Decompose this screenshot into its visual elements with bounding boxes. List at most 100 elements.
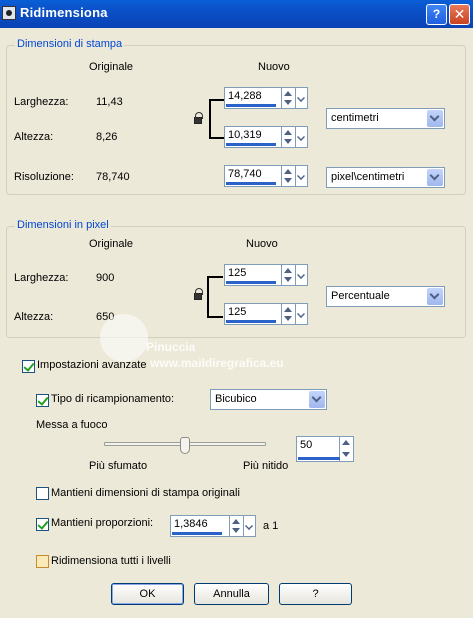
pixel-width-original: 900 — [96, 272, 115, 284]
chevron-down-icon — [297, 133, 305, 141]
chevron-down-icon[interactable] — [309, 391, 325, 408]
down-arrow-icon[interactable] — [284, 139, 292, 144]
pixel-width-input[interactable]: 125 — [224, 264, 282, 286]
print-width-original: 11,43 — [96, 96, 123, 108]
pixel-unit-value: Percentuale — [331, 290, 390, 302]
resolution-input[interactable]: 78,740 — [224, 165, 282, 187]
print-width-label: Larghezza: — [14, 96, 69, 108]
spin-arrows[interactable] — [282, 303, 296, 325]
cancel-button[interactable]: Annulla — [194, 583, 269, 605]
resample-checkbox[interactable] — [36, 394, 49, 407]
title-bar: Ridimensiona ? ✕ — [0, 0, 473, 28]
dropdown-arrow[interactable] — [296, 303, 308, 325]
pixel-original-header: Originale — [89, 238, 134, 250]
spin-arrows[interactable] — [282, 87, 296, 109]
keep-ratio-checkbox[interactable] — [36, 518, 49, 531]
up-arrow-icon[interactable] — [284, 169, 292, 174]
print-height-original: 8,26 — [96, 131, 118, 143]
advanced-settings-checkbox[interactable] — [22, 360, 35, 373]
up-arrow-icon[interactable] — [284, 307, 292, 312]
resolution-unit-value: pixel\centimetri — [331, 171, 405, 183]
spin-arrows[interactable] — [340, 436, 354, 462]
spin-arrows[interactable] — [230, 515, 244, 537]
resolution-original: 78,740 — [96, 171, 130, 183]
resize-all-layers-checkbox[interactable] — [36, 555, 49, 568]
up-arrow-icon[interactable] — [284, 268, 292, 273]
down-arrow-icon[interactable] — [342, 452, 350, 457]
pixel-height-input[interactable]: 125 — [224, 303, 282, 325]
resample-select[interactable]: Bicubico — [210, 389, 327, 410]
print-new-header: Nuovo — [258, 61, 290, 73]
pixel-width-label: Larghezza: — [14, 272, 69, 284]
watermark-site: www.maildiregrafica.eu — [150, 356, 284, 370]
chevron-down-icon — [297, 310, 305, 318]
sharpen-label: Messa a fuoco — [36, 419, 108, 431]
ratio-suffix: a 1 — [263, 520, 279, 532]
dropdown-arrow[interactable] — [296, 87, 308, 109]
up-arrow-icon[interactable] — [342, 440, 350, 445]
window-title: Ridimensiona — [20, 5, 108, 20]
chevron-down-icon[interactable] — [427, 169, 443, 186]
down-arrow-icon[interactable] — [232, 528, 240, 533]
dropdown-arrow[interactable] — [296, 126, 308, 148]
sharpen-max-label: Più nitido — [243, 460, 289, 472]
up-arrow-icon[interactable] — [284, 91, 292, 96]
app-icon — [2, 6, 16, 20]
up-arrow-icon[interactable] — [284, 130, 292, 135]
sharpen-slider-handle[interactable] — [180, 437, 190, 454]
chevron-down-icon[interactable] — [427, 288, 443, 305]
chevron-down-icon — [297, 172, 305, 180]
advanced-settings-label[interactable]: Impostazioni avanzate — [37, 359, 146, 371]
pixel-link-bracket — [207, 276, 223, 318]
ratio-stepper[interactable]: 1,3846 — [170, 515, 256, 537]
pixel-height-original: 650 — [96, 311, 115, 323]
pixel-size-legend: Dimensioni in pixel — [15, 219, 111, 231]
print-height-stepper[interactable]: 10,319 — [224, 126, 308, 148]
spin-arrows[interactable] — [282, 264, 296, 286]
print-height-label: Altezza: — [14, 131, 54, 143]
help-button[interactable]: ? — [279, 583, 352, 605]
print-original-header: Originale — [89, 61, 134, 73]
pixel-new-header: Nuovo — [246, 238, 278, 250]
up-arrow-icon[interactable] — [232, 519, 240, 524]
ok-button[interactable]: OK — [111, 583, 184, 605]
pixel-height-label: Altezza: — [14, 311, 54, 323]
print-size-legend: Dimensioni di stampa — [15, 38, 125, 50]
chevron-down-icon — [297, 94, 305, 102]
print-link-bracket — [209, 99, 225, 139]
close-button[interactable]: ✕ — [449, 4, 470, 25]
chevron-down-icon — [245, 522, 253, 530]
help-title-button[interactable]: ? — [426, 4, 447, 25]
pixel-width-stepper[interactable]: 125 — [224, 264, 308, 286]
dropdown-arrow[interactable] — [244, 515, 256, 537]
print-width-input[interactable]: 14,288 — [224, 87, 282, 109]
keep-ratio-label[interactable]: Mantieni proporzioni: — [51, 517, 153, 529]
spin-arrows[interactable] — [282, 165, 296, 187]
down-arrow-icon[interactable] — [284, 277, 292, 282]
keep-print-size-label[interactable]: Mantieni dimensioni di stampa originali — [51, 487, 240, 499]
resize-all-layers-label[interactable]: Ridimensiona tutti i livelli — [51, 555, 171, 567]
keep-print-size-checkbox[interactable] — [36, 487, 49, 500]
dropdown-arrow[interactable] — [296, 264, 308, 286]
resolution-unit-select[interactable]: pixel\centimetri — [326, 167, 445, 188]
lock-icon — [194, 112, 203, 124]
sharpen-input[interactable]: 50 — [296, 436, 348, 462]
spin-arrows[interactable] — [282, 126, 296, 148]
resolution-label: Risoluzione: — [14, 171, 74, 183]
print-unit-select[interactable]: centimetri — [326, 108, 445, 129]
resolution-stepper[interactable]: 78,740 — [224, 165, 308, 187]
sharpen-stepper[interactable]: 50 — [296, 436, 354, 462]
down-arrow-icon[interactable] — [284, 100, 292, 105]
pixel-height-stepper[interactable]: 125 — [224, 303, 308, 325]
ratio-input[interactable]: 1,3846 — [170, 515, 230, 537]
chevron-down-icon[interactable] — [427, 110, 443, 127]
print-height-input[interactable]: 10,319 — [224, 126, 282, 148]
pixel-unit-select[interactable]: Percentuale — [326, 286, 445, 307]
resample-label[interactable]: Tipo di ricampionamento: — [51, 393, 174, 405]
dropdown-arrow[interactable] — [296, 165, 308, 187]
down-arrow-icon[interactable] — [284, 316, 292, 321]
print-width-stepper[interactable]: 14,288 — [224, 87, 308, 109]
sharpen-min-label: Più sfumato — [89, 460, 148, 472]
down-arrow-icon[interactable] — [284, 178, 292, 183]
resample-value: Bicubico — [215, 393, 257, 405]
